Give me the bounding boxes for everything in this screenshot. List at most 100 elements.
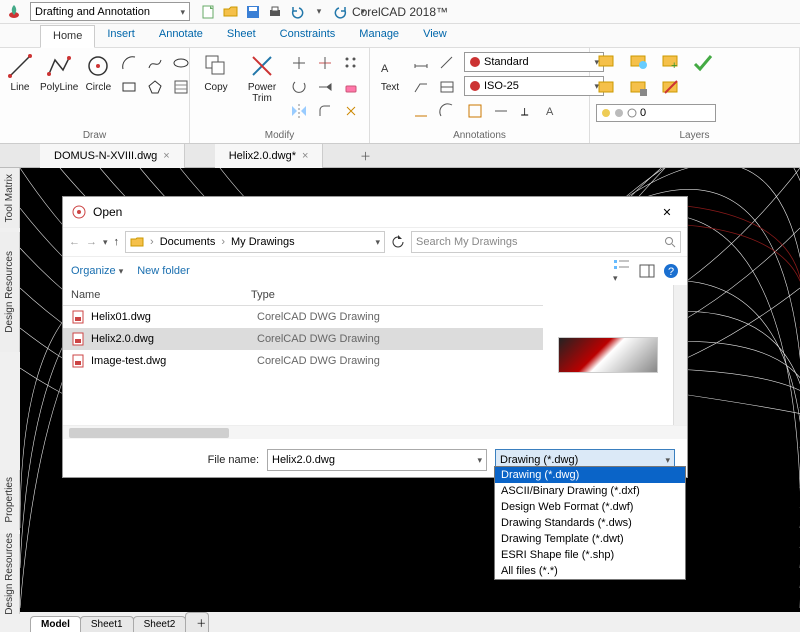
check-icon[interactable] (692, 52, 714, 74)
sidetab-tool-matrix[interactable]: Tool Matrix (0, 168, 20, 228)
sheet-tab-model[interactable]: Model (30, 616, 81, 632)
file-row[interactable]: Helix01.dwg CorelCAD DWG Drawing (63, 306, 543, 328)
chevron-down-icon (180, 6, 185, 18)
tab-annotate[interactable]: Annotate (147, 24, 215, 47)
app-title: CorelCAD 2018™ (300, 5, 500, 19)
pattern-icon[interactable] (340, 52, 362, 74)
vertical-scrollbar[interactable] (673, 285, 687, 425)
dropdown-option[interactable]: Design Web Format (*.dwf) (495, 499, 685, 515)
textstyle-selector[interactable]: Standard (464, 52, 604, 72)
tab-manage[interactable]: Manage (347, 24, 411, 47)
sidetab-design-resources[interactable]: Design Resources (0, 232, 20, 352)
dropdown-option[interactable]: All files (*.*) (495, 563, 685, 579)
extend-icon[interactable] (314, 76, 336, 98)
nav-back-button[interactable] (69, 236, 80, 248)
breadcrumb[interactable]: Documents My Drawings (125, 231, 385, 253)
view-mode-button[interactable] (613, 258, 631, 284)
nav-history-button[interactable] (103, 236, 108, 248)
column-header-name[interactable]: Name (71, 289, 251, 301)
circle-button[interactable]: Circle (84, 52, 112, 98)
dim-align-icon[interactable] (436, 52, 458, 74)
organize-button[interactable]: Organize (71, 265, 123, 277)
filename-label: File name: (208, 454, 259, 466)
polygon-icon[interactable] (144, 76, 166, 98)
layer-iso-icon[interactable] (628, 52, 650, 74)
dropdown-option[interactable]: ESRI Shape file (*.shp) (495, 547, 685, 563)
dim-ord-icon[interactable] (410, 100, 432, 122)
tab-home[interactable]: Home (40, 25, 95, 48)
dropdown-option[interactable]: Drawing Template (*.dwt) (495, 531, 685, 547)
search-input[interactable]: Search My Drawings (411, 231, 681, 253)
tab-sheet[interactable]: Sheet (215, 24, 268, 47)
line-button[interactable]: Line (6, 52, 34, 98)
nav-forward-button[interactable] (86, 236, 97, 248)
doc-tab[interactable]: DOMUS-N-XVIII.dwg × (40, 144, 185, 168)
close-icon[interactable]: × (302, 150, 308, 162)
spline-icon[interactable] (144, 52, 166, 74)
dimtool4-icon[interactable]: A (542, 100, 564, 122)
powertrim-button[interactable]: Power Trim (242, 52, 282, 122)
new-icon[interactable] (200, 3, 218, 21)
sidetab-properties[interactable]: Properties (0, 470, 20, 530)
file-row[interactable]: Image-test.dwg CorelCAD DWG Drawing (63, 350, 543, 372)
dwg-file-icon (71, 310, 85, 324)
table-icon[interactable] (436, 76, 458, 98)
dimtool1-icon[interactable] (464, 100, 486, 122)
dropdown-option[interactable]: Drawing (*.dwg) (495, 467, 685, 483)
ribbon: Line PolyLine Circle Draw (0, 48, 800, 144)
tab-insert[interactable]: Insert (95, 24, 147, 47)
text-button[interactable]: A Text (376, 52, 404, 122)
sidetab-design-resources-2[interactable]: Design Resources (0, 534, 20, 614)
move-icon[interactable] (288, 52, 310, 74)
layer-lock-icon[interactable] (628, 78, 650, 100)
tab-view[interactable]: View (411, 24, 459, 47)
draw-small-tools (118, 52, 192, 98)
dropdown-option[interactable]: ASCII/Binary Drawing (*.dxf) (495, 483, 685, 499)
horizontal-scrollbar[interactable] (63, 425, 687, 439)
layer-del-icon[interactable] (660, 78, 682, 100)
sheet-tab-sheet2[interactable]: Sheet2 (133, 616, 187, 632)
refresh-icon[interactable] (391, 235, 405, 249)
dialog-close-button[interactable]: ✕ (655, 200, 679, 224)
sheet-tab-add[interactable]: ＋ (185, 612, 209, 632)
close-icon[interactable]: × (163, 150, 169, 162)
layer-props-icon[interactable] (596, 52, 618, 74)
filename-input[interactable]: Helix2.0.dwg (267, 449, 487, 471)
preview-pane-button[interactable] (639, 264, 655, 278)
tab-constraints[interactable]: Constraints (268, 24, 348, 47)
rectangle-icon[interactable] (118, 76, 140, 98)
layer-selector[interactable]: 0 (596, 104, 716, 122)
dimstyle-selector[interactable]: ISO-25 (464, 76, 604, 96)
new-tab-button[interactable]: ＋ (353, 144, 377, 167)
dimtool3-icon[interactable]: ⟂ (516, 100, 538, 122)
sheet-tab-sheet1[interactable]: Sheet1 (80, 616, 134, 632)
file-row[interactable]: Helix2.0.dwg CorelCAD DWG Drawing (63, 328, 543, 350)
dimtool2-icon[interactable] (490, 100, 512, 122)
arc-icon[interactable] (118, 52, 140, 74)
copy-button[interactable]: Copy (196, 52, 236, 122)
layer-freeze-icon[interactable] (596, 78, 618, 100)
polyline-button[interactable]: PolyLine (40, 52, 78, 98)
dim-ang-icon[interactable] (436, 100, 458, 122)
chevron-down-icon[interactable] (376, 236, 381, 248)
nav-up-button[interactable] (114, 236, 120, 248)
newfolder-button[interactable]: New folder (137, 265, 190, 277)
polyline-icon (45, 52, 73, 80)
print-icon[interactable] (266, 3, 284, 21)
layer-new-icon[interactable]: + (660, 52, 682, 74)
help-icon[interactable]: ? (663, 263, 679, 279)
rotate-icon[interactable] (288, 76, 310, 98)
dim-linear-icon[interactable] (410, 52, 432, 74)
leader-icon[interactable] (410, 76, 432, 98)
trim-icon[interactable] (314, 52, 336, 74)
explode-icon[interactable] (340, 100, 362, 122)
dropdown-option[interactable]: Drawing Standards (*.dws) (495, 515, 685, 531)
erase-icon[interactable] (340, 76, 362, 98)
workspace-selector[interactable]: Drafting and Annotation (30, 2, 190, 21)
save-icon[interactable] (244, 3, 262, 21)
column-header-type[interactable]: Type (251, 289, 535, 301)
mirror-icon[interactable] (288, 100, 310, 122)
open-icon[interactable] (222, 3, 240, 21)
doc-tab[interactable]: Helix2.0.dwg* × (215, 144, 324, 168)
fillet-icon[interactable] (314, 100, 336, 122)
